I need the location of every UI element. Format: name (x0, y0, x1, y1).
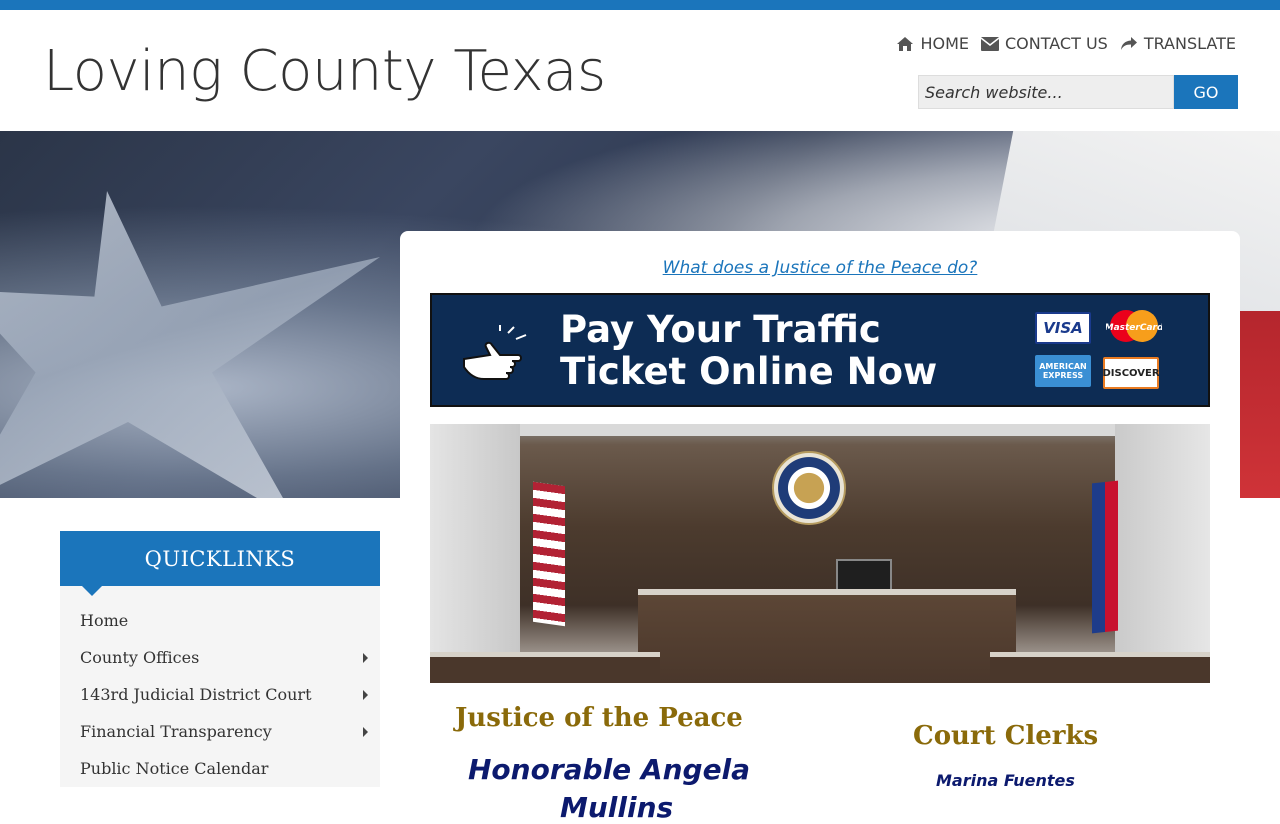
county-seal-icon (772, 451, 846, 525)
mastercard-label: MasterCard (1106, 323, 1162, 333)
top-accent-bar (0, 0, 1280, 10)
envelope-icon (980, 35, 999, 53)
banner-text: Pay Your Traffic Ticket Online Now (560, 309, 937, 393)
search-go-button[interactable]: GO (1174, 75, 1238, 109)
share-arrow-icon (1120, 35, 1138, 53)
amex-logo: AMERICAN EXPRESS (1035, 355, 1091, 387)
banner-line1: Pay Your Traffic (560, 308, 881, 351)
jp-name-line1: Honorable Angela (468, 753, 751, 786)
pay-traffic-ticket-banner[interactable]: Pay Your Traffic Ticket Online Now VISA … (430, 293, 1210, 407)
quicklink-label: Home (80, 611, 129, 630)
quicklink-label: 143rd Judicial District Court (80, 685, 312, 704)
quicklink-label: Public Notice Calendar (80, 759, 269, 778)
nav-contact-label: CONTACT US (1004, 34, 1108, 53)
nav-translate-label: TRANSLATE (1143, 34, 1236, 53)
discover-logo: DISCOVER (1102, 357, 1160, 389)
nav-contact-link[interactable]: CONTACT US (980, 34, 1108, 53)
caret-right-icon (363, 653, 368, 663)
banner-line2: Ticket Online Now (560, 350, 938, 393)
mastercard-logo: MasterCard (1106, 310, 1162, 342)
utility-nav: HOME CONTACT US TRANSLATE (896, 34, 1236, 53)
nav-home-link[interactable]: HOME (896, 34, 969, 53)
quicklink-financial-transparency[interactable]: Financial Transparency (60, 713, 380, 750)
caret-right-icon (363, 690, 368, 700)
quicklink-home[interactable]: Home (60, 602, 380, 639)
site-title[interactable]: Loving County Texas (43, 40, 606, 104)
judge-bench (638, 589, 1016, 683)
quicklink-label: Financial Transparency (80, 722, 272, 741)
photo-wall-right (1115, 424, 1210, 683)
pointing-hand-icon (463, 325, 527, 380)
site-header: Loving County Texas HOME CONTACT US TRAN… (0, 10, 1280, 131)
jp-heading: Justice of the Peace (455, 703, 743, 733)
nav-translate-link[interactable]: TRANSLATE (1120, 34, 1236, 53)
search-input[interactable] (918, 75, 1174, 109)
main-content-card: What does a Justice of the Peace do? Pay… (400, 231, 1240, 824)
quicklink-label: County Offices (80, 648, 200, 667)
visa-logo: VISA (1035, 312, 1091, 344)
photo-ceiling (430, 424, 1210, 436)
quicklinks-list: Home County Offices 143rd Judicial Distr… (60, 586, 380, 787)
nav-home-label: HOME (920, 34, 969, 53)
quicklinks-title: QUICKLINKS (60, 531, 380, 596)
home-icon (896, 35, 914, 53)
photo-wall-left (430, 424, 520, 683)
texas-flag-icon (1092, 480, 1118, 634)
search-form: GO (918, 75, 1238, 109)
courtroom-photo (430, 424, 1210, 683)
clerk-name: Marina Fuentes (936, 771, 1075, 790)
hero-flag-star (0, 191, 380, 498)
monitor-icon (836, 559, 892, 591)
counsel-table-right (990, 652, 1210, 683)
jp-name-line2: Mullins (560, 791, 674, 824)
counsel-table-left (430, 652, 660, 683)
jp-info-link[interactable]: What does a Justice of the Peace do? (400, 258, 1240, 278)
quicklinks-panel: QUICKLINKS Home County Offices 143rd Jud… (60, 531, 380, 787)
us-flag-icon (533, 481, 565, 627)
caret-right-icon (363, 727, 368, 737)
quicklink-county-offices[interactable]: County Offices (60, 639, 380, 676)
quicklink-district-court[interactable]: 143rd Judicial District Court (60, 676, 380, 713)
quicklink-public-notice-calendar[interactable]: Public Notice Calendar (60, 750, 380, 787)
clerks-heading: Court Clerks (913, 721, 1099, 751)
